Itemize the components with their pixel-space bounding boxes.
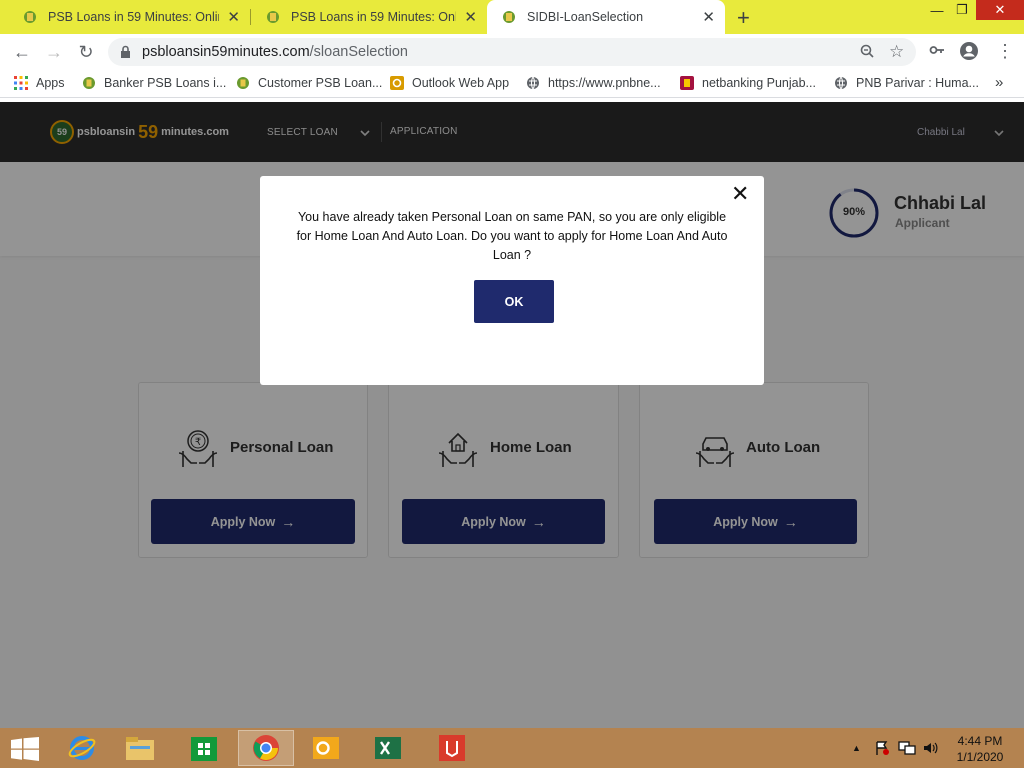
globe-icon (835, 76, 847, 90)
bookmark-banker-psb[interactable]: Banker PSB Loans i... (82, 76, 226, 90)
reload-icon[interactable]: ↻ (74, 41, 98, 63)
psb-favicon-icon (24, 11, 36, 23)
psb-favicon-icon (267, 11, 279, 23)
acrobat-icon (439, 735, 465, 761)
windows-taskbar: ▲ 4:44 PM 1/1/2020 (0, 728, 1024, 768)
taskbar-file-explorer[interactable] (112, 730, 168, 766)
browser-toolbar: ← → ↻ psbloansin59minutes.com/sloanSelec… (0, 34, 1024, 70)
tray-overflow-icon[interactable]: ▲ (852, 743, 861, 753)
url-text: psbloansin59minutes.com/sloanSelection (142, 44, 408, 60)
close-tab-icon[interactable]: ✕ (702, 8, 715, 26)
lock-icon (121, 45, 130, 58)
bookmark-label: netbanking Punjab... (702, 76, 816, 90)
taskbar-chrome[interactable] (238, 730, 294, 766)
folder-icon (126, 737, 154, 760)
restore-icon[interactable]: ❐ (951, 0, 973, 20)
bookmark-outlook[interactable]: Outlook Web App (390, 76, 509, 90)
dialog-message: You have already taken Personal Loan on … (296, 210, 728, 262)
browser-tab-title: PSB Loans in 59 Minutes: Online (48, 10, 220, 24)
internet-explorer-icon (68, 736, 96, 760)
chrome-icon (253, 735, 279, 761)
bookmarks-overflow-icon[interactable]: » (995, 74, 1003, 91)
psb-favicon-icon (237, 77, 249, 89)
volume-icon[interactable] (922, 740, 938, 756)
menu-kebab-icon[interactable]: ⋮ (996, 41, 1014, 62)
psb-favicon-icon (83, 77, 95, 89)
browser-tab-1[interactable]: PSB Loans in 59 Minutes: Online ✕ (8, 0, 250, 34)
window-close-icon[interactable]: ✕ (976, 0, 1024, 20)
taskbar-internet-explorer[interactable] (54, 730, 110, 766)
browser-tab-2[interactable]: PSB Loans in 59 Minutes: Online ✕ (251, 0, 487, 34)
dialog-close-icon[interactable]: ✕ (731, 181, 749, 207)
minimize-icon[interactable]: — (926, 0, 948, 20)
globe-icon (527, 76, 539, 90)
bookmark-label: PNB Parivar : Huma... (856, 76, 979, 90)
bookmark-label: https://www.pnbne... (548, 76, 661, 90)
apps-grid-icon (14, 76, 28, 90)
profile-icon[interactable] (959, 41, 979, 61)
browser-tab-active[interactable]: SIDBI-LoanSelection ✕ (487, 0, 725, 34)
bookmarks-bar: Apps Banker PSB Loans i... Customer PSB … (0, 70, 1024, 98)
tab-strip: PSB Loans in 59 Minutes: Online ✕ PSB Lo… (0, 0, 1024, 34)
eligibility-dialog: ✕ You have already taken Personal Loan o… (260, 176, 764, 385)
bookmark-label: Customer PSB Loan... (258, 76, 383, 90)
windows-start-icon[interactable] (11, 737, 39, 761)
taskbar-acrobat[interactable] (424, 730, 480, 766)
store-icon (191, 737, 217, 761)
clock-date: 1/1/2020 (956, 750, 1004, 764)
action-center-flag-icon[interactable] (874, 740, 890, 756)
network-icon[interactable] (898, 740, 916, 756)
psb-favicon-icon (503, 11, 515, 23)
browser-tab-title: SIDBI-LoanSelection (527, 10, 644, 24)
outlook-app-icon (313, 737, 339, 759)
new-tab-icon[interactable]: + (737, 5, 750, 31)
url-host: psbloansin59minutes.com (142, 44, 310, 60)
forward-icon[interactable]: → (42, 41, 66, 63)
outlook-icon (390, 76, 404, 90)
address-bar[interactable]: psbloansin59minutes.com/sloanSelection ☆ (108, 38, 916, 66)
zoom-icon[interactable] (860, 44, 874, 58)
url-path: /sloanSelection (309, 44, 408, 60)
bookmark-label: Apps (36, 76, 65, 90)
close-tab-icon[interactable]: ✕ (464, 8, 477, 26)
bookmark-label: Outlook Web App (412, 76, 510, 90)
taskbar-excel[interactable] (360, 730, 416, 766)
bookmark-pnb-parivar[interactable]: PNB Parivar : Huma... (834, 76, 979, 90)
close-tab-icon[interactable]: ✕ (227, 8, 240, 26)
clock-time: 4:44 PM (957, 734, 1003, 748)
bookmark-customer-psb[interactable]: Customer PSB Loan... (236, 76, 382, 90)
bookmark-netbanking[interactable]: netbanking Punjab... (680, 76, 816, 90)
back-icon[interactable]: ← (10, 41, 34, 63)
ok-button[interactable]: OK (474, 280, 554, 323)
bookmark-label: Banker PSB Loans i... (104, 76, 227, 90)
pnb-logo-icon (680, 76, 694, 90)
bookmark-apps[interactable]: Apps (14, 76, 65, 90)
bookmark-pnb-url[interactable]: https://www.pnbne... (526, 76, 661, 90)
browser-tab-title: PSB Loans in 59 Minutes: Online (291, 10, 457, 24)
taskbar-outlook[interactable] (298, 730, 354, 766)
bookmark-star-icon[interactable]: ☆ (889, 42, 904, 62)
taskbar-clock[interactable]: 4:44 PM 1/1/2020 (950, 733, 1010, 765)
key-icon[interactable] (929, 42, 945, 58)
taskbar-store[interactable] (176, 730, 232, 766)
excel-icon (375, 737, 401, 759)
